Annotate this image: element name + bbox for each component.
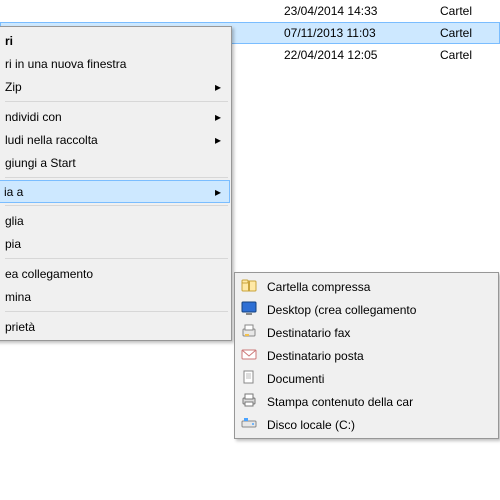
zip-folder-icon: [241, 277, 259, 295]
menu-item-label: mina: [5, 290, 31, 304]
file-type: Cartel: [440, 26, 472, 40]
submenu-item-mail-recipient[interactable]: Destinatario posta: [237, 344, 496, 367]
submenu-arrow-icon: ▸: [215, 133, 221, 147]
menu-item-copy[interactable]: pia: [0, 232, 229, 255]
submenu-item-label: Destinatario fax: [267, 326, 350, 340]
menu-item-send-to[interactable]: ia a ▸: [0, 180, 230, 203]
file-type: Cartel: [440, 48, 472, 62]
menu-item-label: ndividi con: [5, 110, 62, 124]
file-date: 23/04/2014 14:33: [280, 4, 440, 18]
menu-item-label: ea collegamento: [5, 267, 93, 281]
menu-item-zip[interactable]: Zip ▸: [0, 75, 229, 98]
submenu-item-documents[interactable]: Documenti: [237, 367, 496, 390]
submenu-arrow-icon: ▸: [215, 110, 221, 124]
menu-item-label: ri in una nuova finestra: [5, 57, 126, 71]
menu-item-cut[interactable]: glia: [0, 209, 229, 232]
desktop-icon: [241, 300, 259, 318]
submenu-item-label: Documenti: [267, 372, 324, 386]
menu-item-label: prietà: [5, 320, 35, 334]
menu-separator: [5, 177, 228, 178]
fax-icon: [241, 323, 259, 341]
file-type: Cartel: [440, 4, 472, 18]
documents-icon: [241, 369, 259, 387]
menu-item-label: pia: [5, 237, 21, 251]
submenu-item-desktop-shortcut[interactable]: Desktop (crea collegamento: [237, 298, 496, 321]
menu-item-properties[interactable]: prietà: [0, 315, 229, 338]
menu-item-delete[interactable]: mina: [0, 285, 229, 308]
send-to-submenu: Cartella compressa Desktop (crea collega…: [234, 272, 499, 439]
menu-separator: [5, 258, 228, 259]
menu-separator: [5, 101, 228, 102]
submenu-item-label: Disco locale (C:): [267, 418, 355, 432]
mail-icon: [241, 346, 259, 364]
menu-item-label: ludi nella raccolta: [5, 133, 98, 147]
menu-item-create-shortcut[interactable]: ea collegamento: [0, 262, 229, 285]
submenu-item-label: Desktop (crea collegamento: [267, 303, 416, 317]
menu-item-open-new-window[interactable]: ri in una nuova finestra: [0, 52, 229, 75]
menu-item-label: giungi a Start: [5, 156, 76, 170]
menu-separator: [5, 311, 228, 312]
file-date: 07/11/2013 11:03: [280, 26, 440, 40]
menu-item-label: Zip: [5, 80, 22, 94]
file-date: 22/04/2014 12:05: [280, 48, 440, 62]
menu-item-label: ia a: [4, 185, 23, 199]
submenu-item-label: Destinatario posta: [267, 349, 364, 363]
printer-icon: [241, 392, 259, 410]
menu-item-open[interactable]: ri: [0, 29, 229, 52]
menu-item-share-with[interactable]: ndividi con ▸: [0, 105, 229, 128]
submenu-item-fax-recipient[interactable]: Destinatario fax: [237, 321, 496, 344]
submenu-arrow-icon: ▸: [215, 80, 221, 94]
context-menu: ri ri in una nuova finestra Zip ▸ ndivid…: [0, 26, 232, 341]
submenu-item-label: Cartella compressa: [267, 280, 370, 294]
menu-item-label: ri: [5, 34, 13, 48]
submenu-arrow-icon: ▸: [215, 185, 221, 199]
submenu-item-compressed-folder[interactable]: Cartella compressa: [237, 275, 496, 298]
submenu-item-label: Stampa contenuto della car: [267, 395, 413, 409]
submenu-item-print-folder-contents[interactable]: Stampa contenuto della car: [237, 390, 496, 413]
menu-separator: [5, 205, 228, 206]
menu-item-pin-to-start[interactable]: giungi a Start: [0, 151, 229, 174]
menu-item-label: glia: [5, 214, 24, 228]
menu-item-include-in-library[interactable]: ludi nella raccolta ▸: [0, 128, 229, 151]
file-row[interactable]: 23/04/2014 14:33 Cartel: [0, 0, 500, 22]
drive-icon: [241, 415, 259, 433]
submenu-item-local-disk-c[interactable]: Disco locale (C:): [237, 413, 496, 436]
